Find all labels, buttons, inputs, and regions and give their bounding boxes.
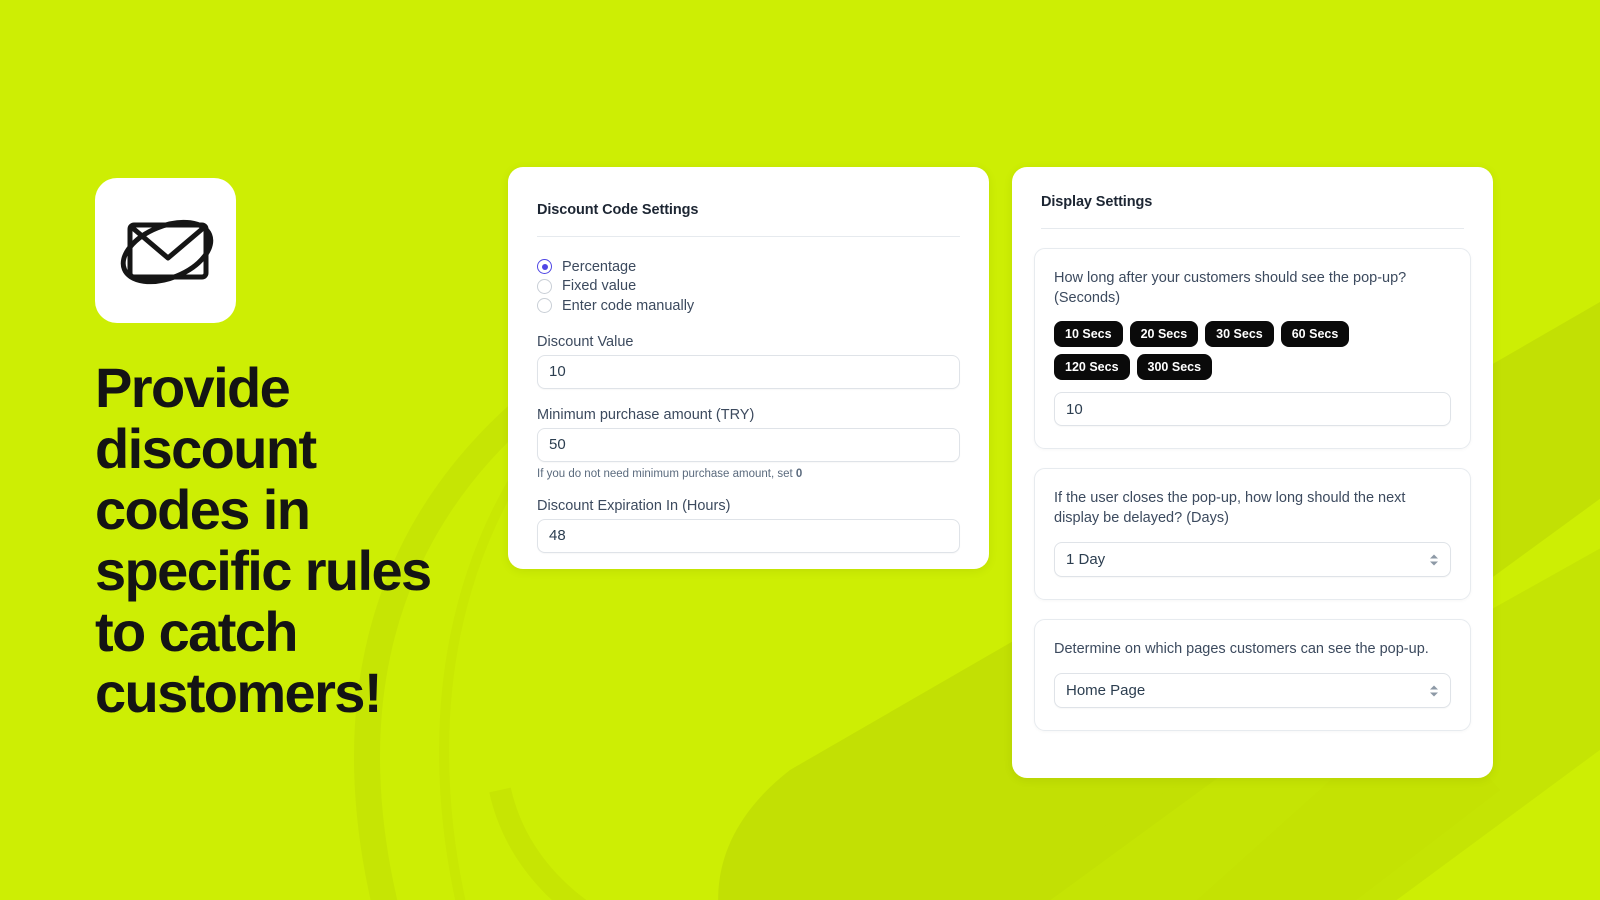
minimum-purchase-label: Minimum purchase amount (TRY) (537, 406, 755, 423)
radio-label: Percentage (562, 258, 637, 275)
page-title: Provide discount codes in specific rules… (95, 356, 432, 724)
chip-120-secs[interactable]: 120 Secs (1054, 354, 1130, 380)
minimum-purchase-helper-text: If you do not need minimum purchase amou… (537, 468, 960, 480)
discount-code-settings-card: Discount Code Settings Percentage Fixed … (508, 167, 989, 569)
next-display-delay-panel: If the user closes the pop-up, how long … (1034, 468, 1471, 600)
target-pages-question: Determine on which pages customers can s… (1054, 641, 1429, 657)
next-display-delay-select-wrap[interactable]: 1 Day (1054, 542, 1451, 577)
popup-delay-panel: How long after your customers should see… (1034, 248, 1471, 449)
chip-300-secs[interactable]: 300 Secs (1136, 354, 1213, 380)
discount-expiration-label: Discount Expiration In (Hours) (537, 497, 731, 514)
display-settings-card: Display Settings How long after your cus… (1012, 167, 1493, 778)
hero-section: Provide discount codes in specific rules… (95, 178, 525, 723)
chip-10-secs[interactable]: 10 Secs (1054, 321, 1123, 347)
helper-text-body: If you do not need minimum purchase amou… (537, 467, 796, 480)
display-card-title: Display Settings (1041, 194, 1153, 210)
minimum-purchase-input[interactable] (537, 427, 960, 462)
radio-unselected-icon[interactable] (537, 298, 552, 314)
radio-option-fixed-value[interactable]: Fixed value (537, 277, 960, 297)
radio-option-enter-code-manually[interactable]: Enter code manually (537, 296, 960, 316)
target-pages-select-wrap[interactable]: Home Page (1054, 673, 1451, 708)
radio-selected-icon[interactable] (537, 259, 552, 275)
chip-30-secs[interactable]: 30 Secs (1205, 321, 1274, 347)
select-value: 1 Day (1066, 551, 1106, 568)
helper-text-bold: 0 (795, 467, 803, 480)
popup-delay-chip-group[interactable]: 10 Secs 20 Secs 30 Secs 60 Secs 120 Secs… (1054, 321, 1404, 380)
divider (537, 236, 960, 237)
select-value: Home Page (1066, 682, 1146, 699)
discount-value-input[interactable] (537, 354, 960, 389)
discount-card-title: Discount Code Settings (537, 202, 699, 218)
discount-expiration-input[interactable] (537, 518, 960, 553)
logo-tile (95, 178, 236, 323)
discount-value-label: Discount Value (537, 333, 634, 350)
chip-60-secs[interactable]: 60 Secs (1280, 321, 1350, 347)
envelope-orbit-logo-icon (120, 219, 213, 284)
target-pages-select[interactable]: Home Page (1054, 673, 1451, 708)
radio-label: Enter code manually (562, 297, 695, 314)
divider (1041, 228, 1464, 229)
discount-type-radio-group[interactable]: Percentage Fixed value Enter code manual… (537, 257, 960, 316)
popup-delay-question: How long after your customers should see… (1054, 270, 1407, 306)
next-display-delay-select[interactable]: 1 Day (1054, 542, 1451, 577)
radio-label: Fixed value (562, 278, 637, 295)
chip-20-secs[interactable]: 20 Secs (1129, 321, 1199, 347)
radio-option-percentage[interactable]: Percentage (537, 257, 960, 277)
radio-unselected-icon[interactable] (537, 278, 552, 294)
target-pages-panel: Determine on which pages customers can s… (1034, 619, 1471, 731)
popup-delay-input[interactable] (1054, 392, 1451, 426)
next-display-delay-question: If the user closes the pop-up, how long … (1054, 490, 1406, 526)
